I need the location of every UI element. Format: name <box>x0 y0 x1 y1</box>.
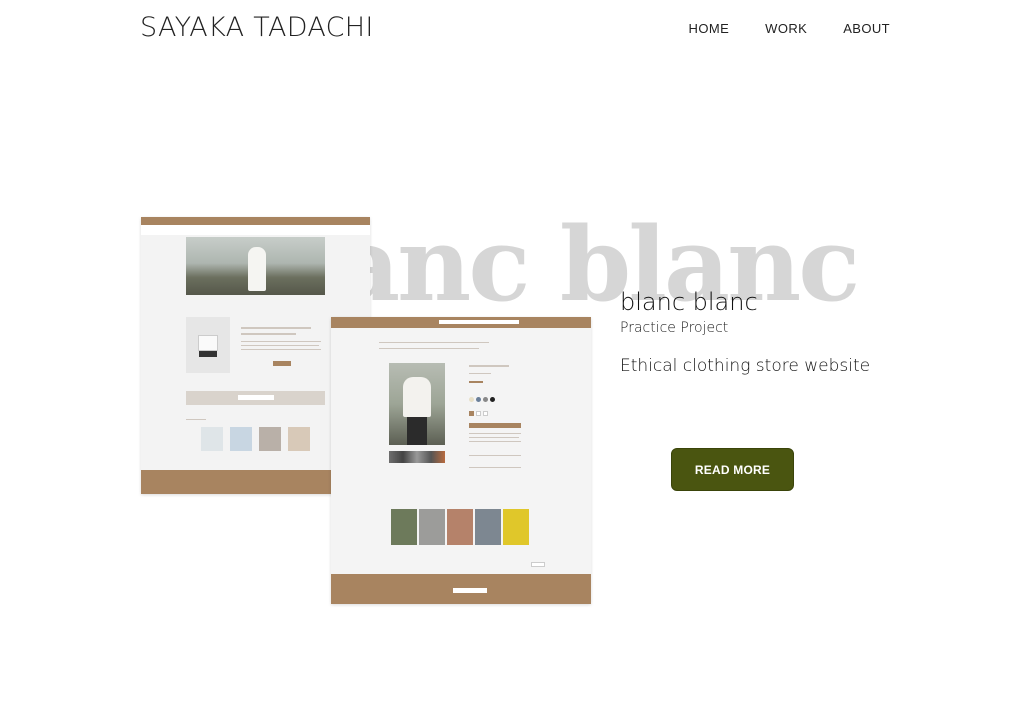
nav-about[interactable]: ABOUT <box>843 21 890 36</box>
main-nav: HOME WORK ABOUT <box>689 21 890 36</box>
nav-work[interactable]: WORK <box>765 21 807 36</box>
mock-subnav <box>141 225 370 235</box>
mock-hero-image <box>186 237 325 295</box>
read-more-button[interactable]: READ MORE <box>671 448 794 491</box>
mock-add-to-cart <box>469 423 521 428</box>
project-title: blanc blanc <box>620 288 758 316</box>
mock-header-bar <box>141 217 370 225</box>
site-brand[interactable]: SAYAKA TADACHI <box>140 12 374 43</box>
portfolio-page: SAYAKA TADACHI HOME WORK ABOUT blanc bla… <box>0 0 1024 707</box>
mock-banner <box>186 391 325 405</box>
mock-product-image <box>389 363 445 445</box>
mock-header-bar-2 <box>331 317 591 328</box>
project-description: Ethical clothing store website <box>620 356 871 376</box>
watermark-text: blanc blanc <box>350 215 860 315</box>
mockup-product-page-image <box>331 317 591 604</box>
project-subtitle: Practice Project <box>620 320 729 336</box>
mock-footer-2 <box>331 574 591 604</box>
mock-thumbnails <box>389 451 445 463</box>
nav-home[interactable]: HOME <box>689 21 730 36</box>
mock-chair-image <box>186 317 230 373</box>
